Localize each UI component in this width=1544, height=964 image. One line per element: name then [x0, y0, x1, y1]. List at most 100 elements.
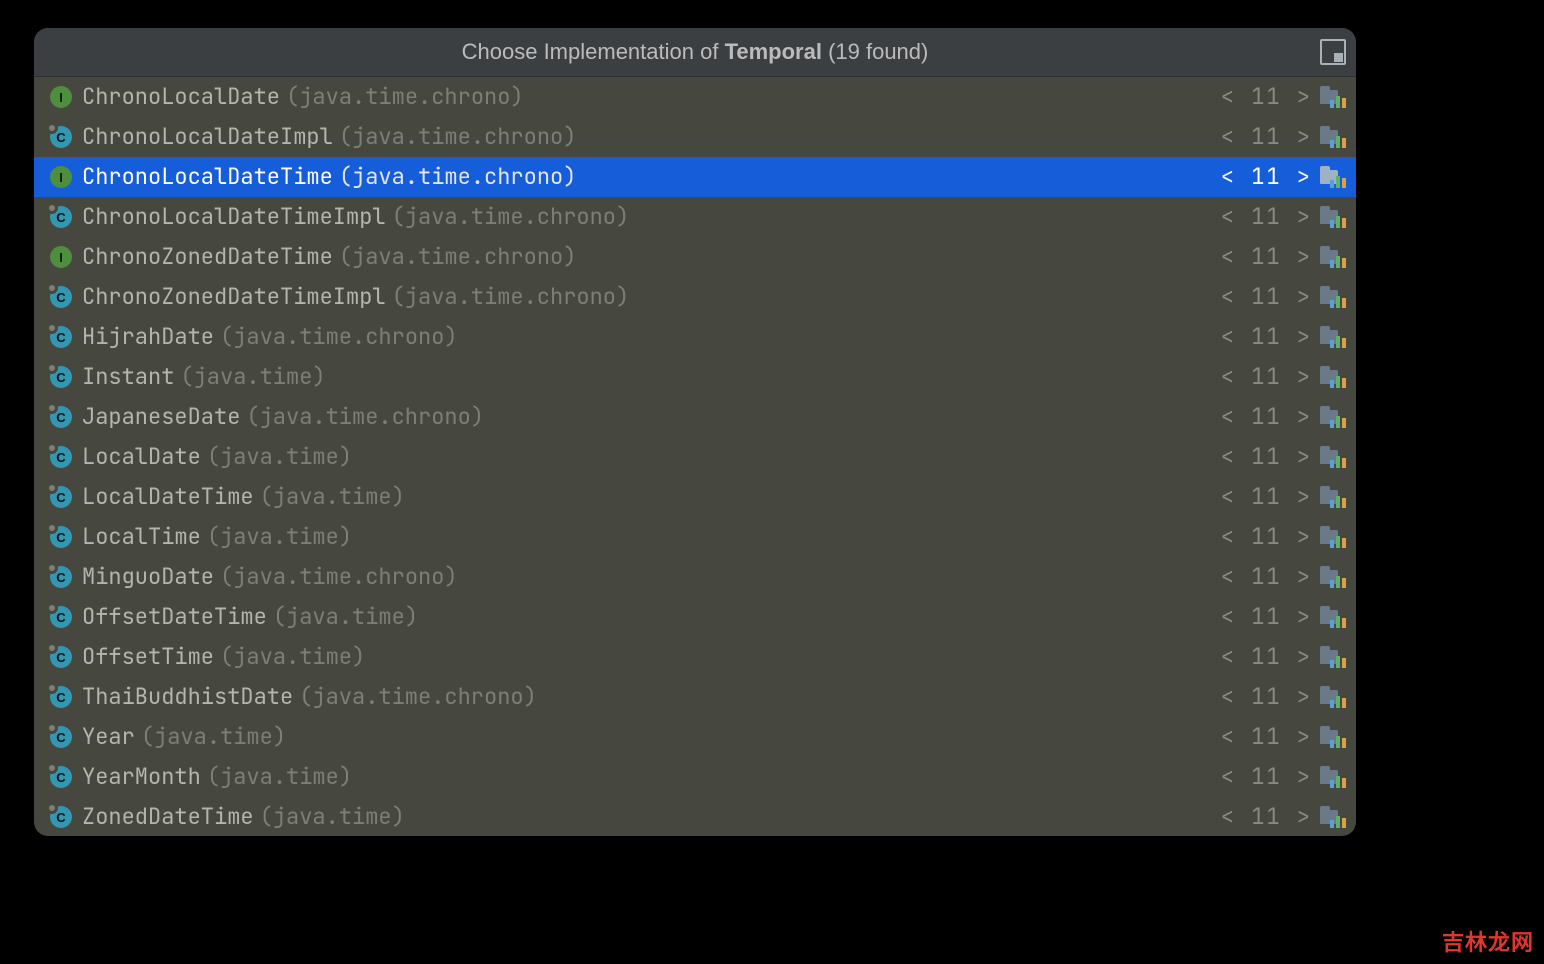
jdk-version: < 11 >: [1221, 477, 1312, 517]
class-type-icon: C: [48, 684, 74, 710]
list-item[interactable]: I ChronoLocalDateTime (java.time.chrono) <…: [34, 157, 1356, 197]
class-name: ChronoZonedDateTime: [82, 237, 333, 277]
class-name: ThaiBuddhistDate: [82, 677, 293, 717]
library-source-icon: [1320, 127, 1344, 147]
class-type-icon: C: [48, 204, 74, 230]
class-type-icon: C: [48, 524, 74, 550]
package-name: (java.time): [207, 437, 352, 477]
list-item[interactable]: C ThaiBuddhistDate (java.time.chrono) < 11…: [34, 677, 1356, 717]
jdk-version: < 11 >: [1221, 437, 1312, 477]
class-type-icon: C: [48, 404, 74, 430]
package-name: (java.time): [273, 597, 418, 637]
list-item[interactable]: C LocalTime (java.time) < 11 >: [34, 517, 1356, 557]
class-name: LocalDate: [82, 437, 201, 477]
title-prefix: Choose Implementation of: [462, 39, 725, 64]
package-name: (java.time): [207, 517, 352, 557]
class-name: ChronoLocalDate: [82, 77, 280, 117]
list-item[interactable]: C JapaneseDate (java.time.chrono) < 11 >: [34, 397, 1356, 437]
library-source-icon: [1320, 407, 1344, 427]
choose-implementation-popup: Choose Implementation of Temporal (19 fo…: [34, 28, 1356, 836]
library-source-icon: [1320, 807, 1344, 827]
class-type-icon: C: [48, 444, 74, 470]
class-name: LocalTime: [82, 517, 201, 557]
class-name: OffsetDateTime: [82, 597, 267, 637]
watermark-text: 吉林龙网: [1442, 932, 1534, 954]
library-source-icon: [1320, 647, 1344, 667]
jdk-version: < 11 >: [1221, 317, 1312, 357]
list-item[interactable]: CChronoZonedDateTimeImpl (java.time.chro…: [34, 277, 1356, 317]
library-source-icon: [1320, 87, 1344, 107]
jdk-version: < 11 >: [1221, 517, 1312, 557]
package-name: (java.time.chrono): [246, 397, 484, 437]
list-item[interactable]: IChronoZonedDateTime (java.time.chrono)<…: [34, 237, 1356, 277]
library-source-icon: [1320, 527, 1344, 547]
class-type-icon: C: [48, 604, 74, 630]
popup-title: Choose Implementation of Temporal (19 fo…: [462, 39, 929, 65]
class-type-icon: C: [48, 644, 74, 670]
class-name: LocalDateTime: [82, 477, 254, 517]
library-source-icon: [1320, 487, 1344, 507]
class-name: ChronoLocalDateImpl: [82, 117, 333, 157]
package-name: (java.time.chrono): [392, 277, 630, 317]
interface-type-icon: I: [48, 244, 74, 270]
jdk-version: < 11 >: [1221, 277, 1312, 317]
list-item[interactable]: COffsetTime (java.time)< 11 >: [34, 637, 1356, 677]
class-type-icon: C: [48, 284, 74, 310]
jdk-version: < 11 >: [1221, 757, 1312, 797]
package-name: (java.time.chrono): [339, 237, 577, 277]
class-name: MinguoDate: [82, 557, 214, 597]
list-item[interactable]: C Year (java.time) < 11 >: [34, 717, 1356, 757]
class-type-icon: C: [48, 764, 74, 790]
popup-header: Choose Implementation of Temporal (19 fo…: [34, 28, 1356, 77]
jdk-version: < 11 >: [1221, 677, 1312, 717]
package-name: (java.time.chrono): [220, 317, 458, 357]
package-name: (java.time.chrono): [220, 557, 458, 597]
class-type-icon: C: [48, 724, 74, 750]
class-name: JapaneseDate: [82, 397, 240, 437]
list-item[interactable]: C LocalDate (java.time) < 11 >: [34, 437, 1356, 477]
class-name: ChronoLocalDateTime: [82, 157, 333, 197]
jdk-version: < 11 >: [1221, 797, 1312, 836]
class-type-icon: C: [48, 324, 74, 350]
jdk-version: < 11 >: [1221, 717, 1312, 757]
library-source-icon: [1320, 607, 1344, 627]
class-type-icon: C: [48, 484, 74, 510]
class-name: Instant: [82, 357, 174, 397]
interface-type-icon: I: [48, 164, 74, 190]
class-type-icon: C: [48, 564, 74, 590]
library-source-icon: [1320, 447, 1344, 467]
package-name: (java.time): [141, 717, 286, 757]
list-item[interactable]: COffsetDateTime (java.time)< 11 >: [34, 597, 1356, 637]
package-name: (java.time.chrono): [339, 117, 577, 157]
library-source-icon: [1320, 167, 1344, 187]
list-item[interactable]: CZonedDateTime (java.time)< 11 >: [34, 797, 1356, 836]
list-item[interactable]: C HijrahDate (java.time.chrono) < 11 >: [34, 317, 1356, 357]
class-name: ChronoLocalDateTimeImpl: [82, 197, 386, 237]
package-name: (java.time): [260, 477, 405, 517]
implementation-list[interactable]: I ChronoLocalDate (java.time.chrono) < 11 …: [34, 77, 1356, 836]
list-item[interactable]: CChronoLocalDateImpl (java.time.chrono)<…: [34, 117, 1356, 157]
package-name: (java.time.chrono): [299, 677, 537, 717]
pin-window-icon[interactable]: [1320, 39, 1346, 65]
package-name: (java.time): [180, 357, 325, 397]
list-item[interactable]: C LocalDateTime (java.time) < 11 >: [34, 477, 1356, 517]
library-source-icon: [1320, 567, 1344, 587]
list-item[interactable]: CChronoLocalDateTimeImpl (java.time.chro…: [34, 197, 1356, 237]
list-item[interactable]: CMinguoDate (java.time.chrono)< 11 >: [34, 557, 1356, 597]
jdk-version: < 11 >: [1221, 397, 1312, 437]
list-item[interactable]: CYearMonth (java.time)< 11 >: [34, 757, 1356, 797]
jdk-version: < 11 >: [1221, 357, 1312, 397]
list-item[interactable]: CInstant (java.time)< 11 >: [34, 357, 1356, 397]
package-name: (java.time.chrono): [286, 77, 524, 117]
class-name: Year: [82, 717, 135, 757]
package-name: (java.time): [220, 637, 365, 677]
class-type-icon: C: [48, 124, 74, 150]
list-item[interactable]: IChronoLocalDate (java.time.chrono)< 11 …: [34, 77, 1356, 117]
library-source-icon: [1320, 247, 1344, 267]
package-name: (java.time.chrono): [339, 157, 577, 197]
class-name: HijrahDate: [82, 317, 214, 357]
jdk-version: < 11 >: [1221, 197, 1312, 237]
library-source-icon: [1320, 767, 1344, 787]
jdk-version: < 11 >: [1221, 157, 1312, 197]
class-name: YearMonth: [82, 757, 201, 797]
